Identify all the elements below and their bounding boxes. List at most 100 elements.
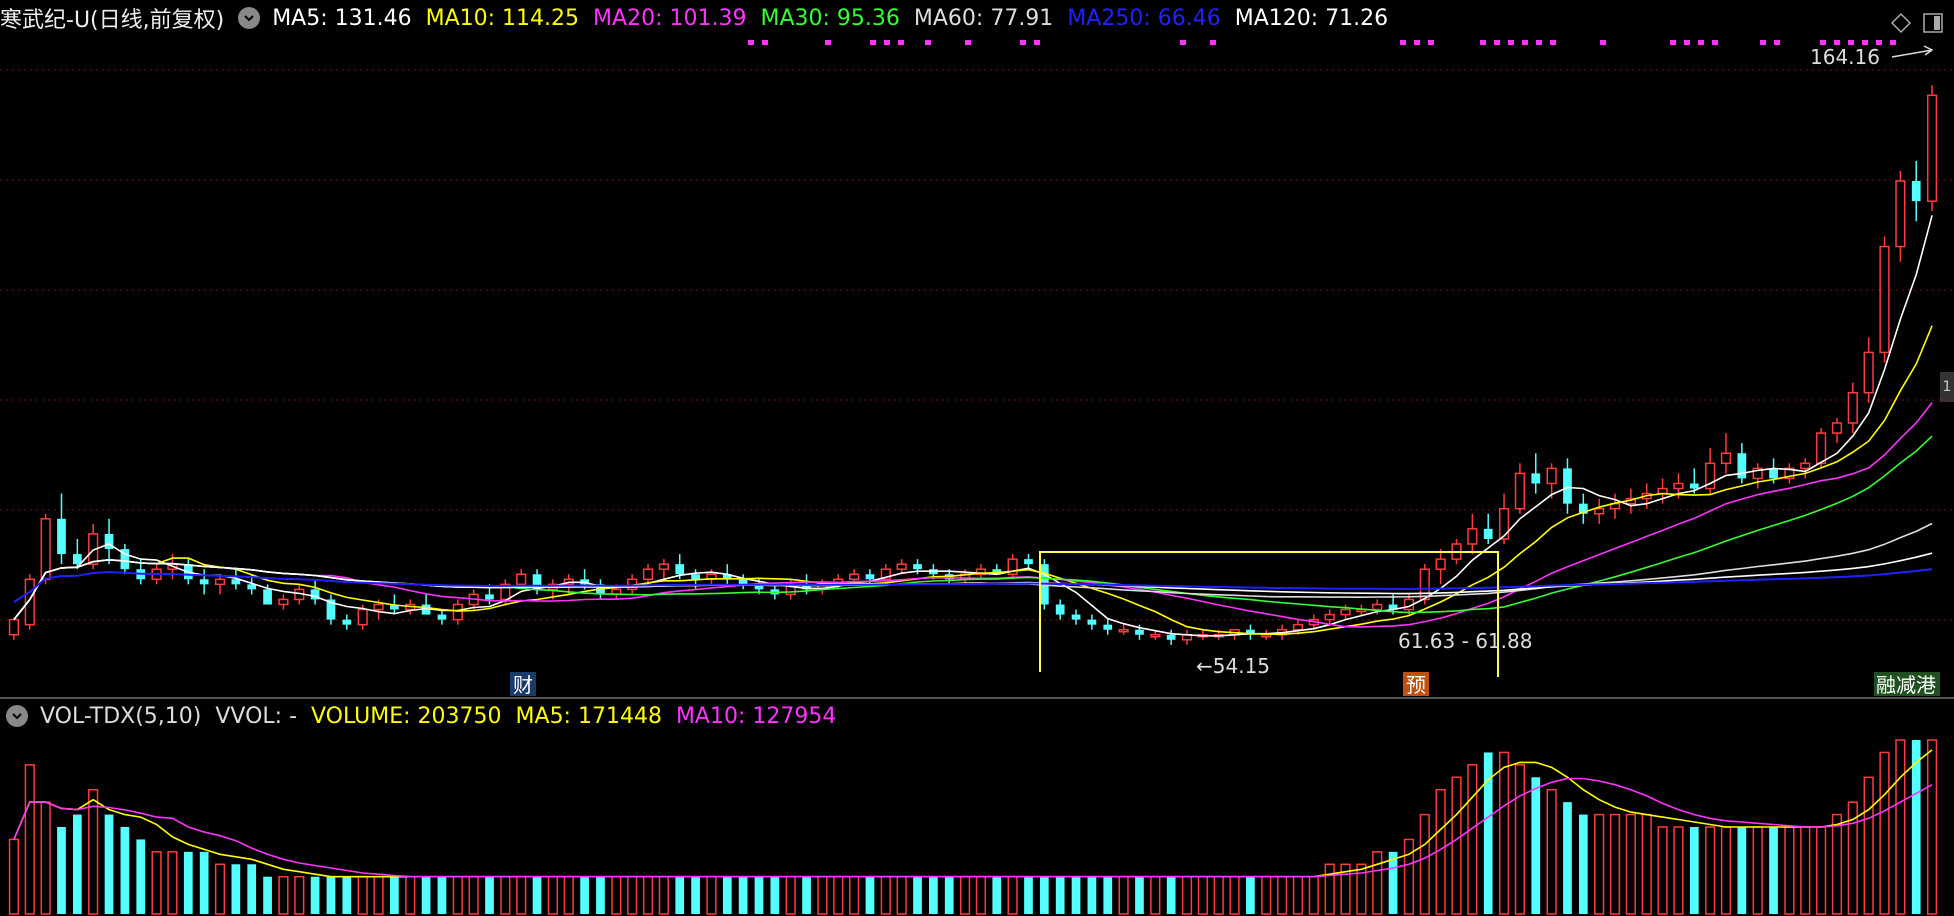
candle-body bbox=[1483, 528, 1493, 539]
volume-bar bbox=[88, 788, 99, 915]
candle-body bbox=[738, 579, 748, 585]
signal-dot bbox=[884, 40, 890, 45]
candle-body bbox=[1324, 613, 1335, 621]
range-label: 61.63 - 61.88 bbox=[1398, 629, 1532, 653]
volume-bar bbox=[390, 876, 399, 914]
candle-body bbox=[1118, 628, 1129, 633]
signal-dot bbox=[748, 40, 754, 45]
volume-bar bbox=[263, 876, 272, 914]
marker-cai: 财 bbox=[513, 673, 533, 697]
volume-bar bbox=[880, 875, 891, 915]
volume-bar bbox=[72, 814, 82, 914]
volume-bar bbox=[532, 876, 542, 914]
volume-bar bbox=[373, 875, 384, 915]
marker-right: 融减港 bbox=[1876, 673, 1936, 697]
candle-body bbox=[1514, 472, 1526, 510]
volume-bar bbox=[1467, 764, 1478, 915]
volume-bar bbox=[1815, 826, 1827, 915]
candle-body bbox=[40, 518, 51, 581]
volume-bar bbox=[421, 876, 431, 914]
volume-bar bbox=[1229, 875, 1240, 915]
volume-bar bbox=[468, 875, 479, 915]
volume-bar bbox=[294, 875, 305, 915]
volume-bar bbox=[865, 876, 875, 914]
signal-dot bbox=[1684, 40, 1690, 45]
candle-body bbox=[1847, 392, 1858, 424]
signal-dot bbox=[898, 40, 904, 45]
volume-bar bbox=[1594, 813, 1605, 915]
signal-dot bbox=[1712, 40, 1718, 45]
candle-body bbox=[1135, 629, 1144, 635]
volume-bar bbox=[1388, 851, 1398, 914]
volume-bar bbox=[310, 876, 320, 914]
volume-bar bbox=[817, 875, 828, 915]
candle-body bbox=[1895, 180, 1906, 248]
volume-bar bbox=[120, 827, 130, 914]
volume-bar bbox=[1705, 826, 1716, 915]
volume-bar bbox=[1451, 776, 1462, 915]
volume-bar bbox=[247, 864, 257, 914]
low-label: ←54.15 bbox=[1196, 654, 1270, 678]
volume-bar bbox=[500, 875, 511, 915]
chevron-down-icon[interactable] bbox=[6, 705, 28, 727]
volume-bar bbox=[214, 863, 226, 915]
volume-bar bbox=[183, 851, 193, 914]
ma5-line bbox=[13, 215, 1933, 637]
volume-chart[interactable] bbox=[0, 730, 1954, 916]
volume-bar bbox=[1689, 827, 1699, 914]
volume-bar bbox=[104, 814, 114, 914]
volume-bar bbox=[754, 876, 764, 914]
candle-body bbox=[1166, 634, 1176, 640]
marker-yu: 预 bbox=[1406, 673, 1426, 697]
signal-dot bbox=[1698, 40, 1704, 45]
volume-bar bbox=[405, 875, 416, 915]
ma10-line bbox=[13, 325, 1933, 635]
volume-bar bbox=[1246, 876, 1255, 914]
volume-bar bbox=[627, 875, 638, 915]
volume-bar bbox=[642, 875, 654, 915]
candlestick-chart[interactable]: 164.16 ←54.15 61.63 - 61.88 财 预 融减港 bbox=[0, 0, 1954, 700]
high-label: 164.16 bbox=[1810, 45, 1880, 69]
volume-bar bbox=[1879, 751, 1890, 915]
candle-body bbox=[1815, 432, 1827, 465]
volume-bar bbox=[848, 875, 860, 915]
candle-body bbox=[1737, 453, 1747, 479]
volume-bar bbox=[770, 876, 780, 914]
volume-bar bbox=[1213, 875, 1224, 915]
volume-bar bbox=[596, 876, 605, 914]
volume-bar bbox=[722, 876, 732, 914]
volume-bar bbox=[1308, 875, 1319, 915]
volume-bar bbox=[452, 875, 463, 915]
candle-body bbox=[1419, 568, 1430, 601]
signal-dot bbox=[1760, 40, 1766, 45]
volume-legend: VOL-TDX(5,10) VVOL: - VOLUME: 203750 MA5… bbox=[0, 701, 850, 731]
volume-bar bbox=[1197, 875, 1208, 915]
vol-vvol: VVOL: - bbox=[215, 703, 298, 729]
volume-bar bbox=[199, 851, 209, 914]
candle-body bbox=[1879, 245, 1890, 354]
volume-bar bbox=[785, 875, 796, 915]
volume-bar bbox=[1024, 876, 1033, 914]
volume-bar bbox=[485, 876, 494, 914]
volume-bar bbox=[1609, 813, 1621, 915]
ma120-line bbox=[13, 552, 1933, 621]
signal-dot bbox=[825, 40, 831, 45]
volume-bar bbox=[8, 838, 20, 915]
volume-bar bbox=[1498, 751, 1510, 915]
candle-body bbox=[1103, 624, 1113, 630]
volume-bar bbox=[1546, 788, 1557, 915]
volume-bar bbox=[1625, 813, 1636, 915]
volume-bar bbox=[326, 876, 336, 914]
volume-bar bbox=[1087, 876, 1097, 914]
volume-bar bbox=[1926, 739, 1938, 915]
volume-bar bbox=[1261, 875, 1272, 915]
candle-body bbox=[1800, 462, 1811, 470]
candle-body bbox=[24, 578, 35, 626]
volume-bar bbox=[1531, 777, 1541, 914]
volume-bar bbox=[1071, 876, 1081, 914]
candle-body bbox=[199, 579, 209, 585]
volume-bar bbox=[611, 875, 622, 915]
volume-bar bbox=[833, 875, 844, 915]
candle-body bbox=[263, 589, 272, 605]
candle-body bbox=[1769, 468, 1778, 479]
